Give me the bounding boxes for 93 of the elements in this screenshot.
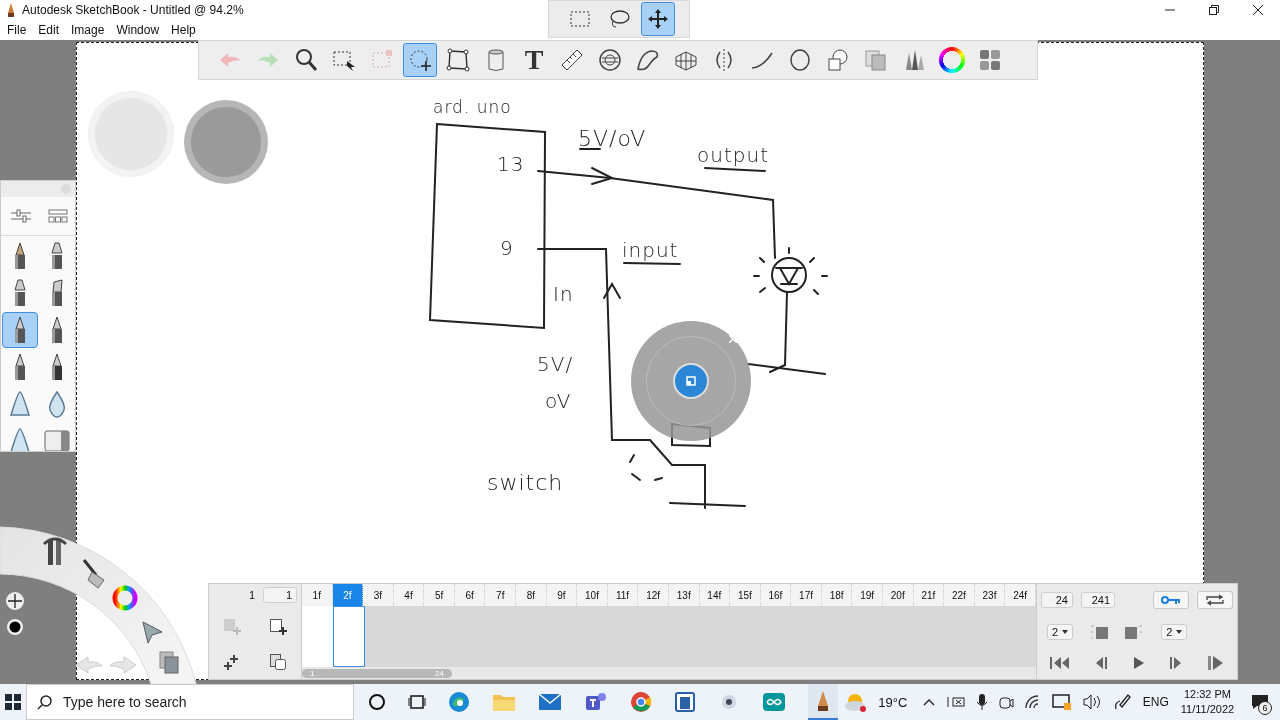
layers-icon[interactable]: [159, 651, 179, 674]
previous-frame-icon[interactable]: [1095, 656, 1109, 671]
start-frame-field[interactable]: 1: [263, 587, 297, 603]
sketchbook-taskbar-button[interactable]: [808, 684, 839, 720]
key-icon: [1161, 595, 1181, 604]
handwritten-label: input: [622, 238, 679, 262]
current-frame-number: 1: [248, 589, 255, 601]
handwritten-label: output: [697, 143, 769, 167]
key-button[interactable]: [1153, 590, 1189, 609]
menu-item[interactable]: Edit: [32, 23, 66, 37]
app-icon[interactable]: [674, 691, 697, 713]
handwritten-label: 5V/oV: [578, 126, 647, 151]
brush-preset[interactable]: [1, 312, 38, 348]
caret-icon: [1176, 629, 1183, 634]
ruler-icon: [559, 47, 585, 73]
zoom-pan-button[interactable]: [673, 363, 709, 399]
pointer-icon[interactable]: [142, 621, 163, 644]
handwritten-label: 9: [500, 236, 514, 260]
zoom-pan-icon: [685, 375, 697, 387]
infinity-app-icon[interactable]: [762, 692, 787, 712]
move-tool[interactable]: [641, 2, 675, 36]
insert-frame-icon[interactable]: [268, 617, 288, 638]
cortana-icon[interactable]: [368, 693, 387, 711]
undo-icon[interactable]: [75, 656, 103, 674]
frame-tab[interactable]: 2f: [332, 584, 364, 606]
handwritten-label: ard. uno: [433, 97, 512, 117]
handwritten-label: 13: [497, 152, 525, 176]
next-frame-icon[interactable]: [1169, 656, 1183, 671]
window-title: Autodesk SketchBook - Untitled @ 94.2%: [22, 3, 244, 17]
onion-before-dropdown[interactable]: 2: [1047, 623, 1074, 640]
french-curve-icon: [635, 47, 661, 73]
text-tool[interactable]: T: [517, 43, 551, 77]
color-wheel-icon: [939, 47, 965, 73]
onion-after-dropdown[interactable]: 2: [1161, 623, 1188, 640]
menu-item[interactable]: Window: [110, 23, 166, 37]
close-icon: [1253, 5, 1263, 15]
microphone-icon[interactable]: [976, 693, 989, 711]
chat-app-icon[interactable]: [584, 691, 609, 713]
menu-item[interactable]: File: [1, 23, 33, 37]
frame-cell[interactable]: [302, 606, 333, 667]
notifications-button[interactable]: 6: [1240, 684, 1280, 720]
distort-icon: [445, 47, 471, 73]
task-view-icon[interactable]: [408, 693, 427, 711]
transform-tool[interactable]: [403, 43, 437, 77]
handwritten-label: oV: [545, 389, 572, 413]
start-icon[interactable]: [5, 694, 21, 710]
color-wheel-icon[interactable]: [112, 585, 138, 611]
clock[interactable]: 12:32 PM 11/11/2022: [1180, 687, 1235, 717]
shapes-icon: [825, 47, 851, 73]
chevron-up-icon[interactable]: [922, 697, 937, 707]
layers-icon: [863, 47, 889, 73]
caret-icon: [1062, 629, 1069, 634]
browser-icon[interactable]: [448, 691, 471, 713]
handwritten-label: In: [553, 282, 574, 306]
grid-view-icon[interactable]: [47, 209, 68, 223]
search-field[interactable]: Type here to search: [25, 684, 355, 720]
brush-settings-icon[interactable]: [8, 208, 33, 224]
first-frame-icon[interactable]: [1049, 656, 1071, 671]
search-icon: [36, 694, 53, 710]
transform-icon: [407, 47, 433, 73]
menu-item[interactable]: Help: [165, 23, 202, 37]
loop-button[interactable]: [1197, 590, 1233, 609]
menu-item[interactable]: Image: [65, 23, 111, 37]
frame-cell[interactable]: [332, 606, 365, 667]
tools-icon[interactable]: [43, 537, 67, 565]
last-frame-icon[interactable]: [1207, 655, 1225, 672]
app-icon: [6, 3, 16, 17]
color-dot-icon[interactable]: [7, 619, 23, 635]
temperature[interactable]: 19°C: [878, 694, 908, 710]
pencil-icon: [816, 690, 831, 712]
end-frame-field[interactable]: 24: [1041, 591, 1073, 608]
total-frames-field[interactable]: 241: [1081, 591, 1115, 608]
search-input[interactable]: Type here to search: [60, 693, 345, 711]
lasso-icon: [607, 7, 631, 31]
brush-icon[interactable]: [82, 559, 105, 589]
swatches-icon: [977, 47, 1003, 73]
ellipse-icon: [787, 47, 813, 73]
chrome-icon[interactable]: [630, 691, 653, 713]
loop-icon: [1205, 593, 1225, 606]
move-icon: [646, 7, 670, 31]
input-language[interactable]: ENG: [1142, 695, 1169, 709]
weather-icon[interactable]: [843, 691, 868, 713]
ellipse-guide-icon: [597, 47, 623, 73]
move-icon[interactable]: [6, 592, 24, 610]
play-icon[interactable]: [1133, 656, 1145, 671]
display-icon[interactable]: [1052, 693, 1072, 711]
zoom-icon: [293, 47, 319, 73]
speaker-icon[interactable]: [1081, 694, 1102, 710]
handwritten-label: switch: [487, 470, 564, 495]
mail-icon[interactable]: [538, 693, 563, 711]
duplicate-frame-icon[interactable]: [268, 651, 288, 672]
restore-icon: [1209, 5, 1219, 15]
handwritten-label: 5V/: [537, 352, 574, 376]
